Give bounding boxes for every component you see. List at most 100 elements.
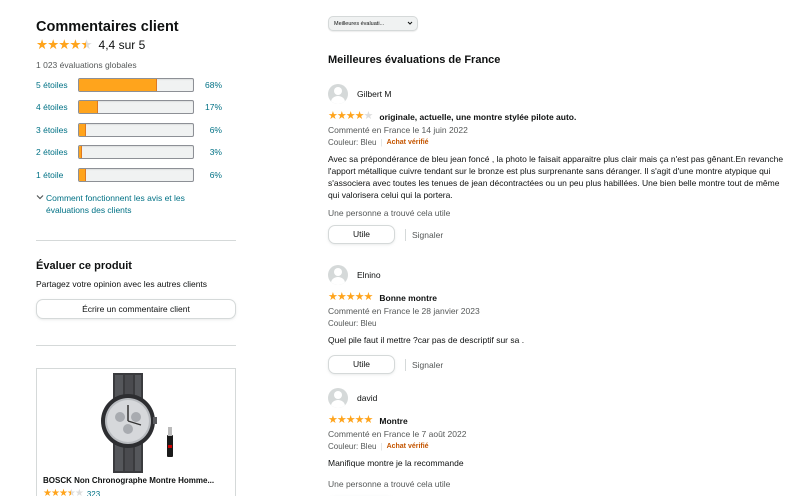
review-color[interactable]: Couleur: Bleu — [328, 318, 376, 329]
star-icon: ★ — [345, 291, 356, 303]
star-icon: ★ — [336, 414, 347, 426]
product-card[interactable]: BOSCK Non Chronographe Montre Homme... ★… — [36, 368, 236, 496]
how-ratings-work-text[interactable]: Comment fonctionnent les avis et les éva… — [46, 192, 216, 216]
review-item: Gilbert M ★ ★ ★ ★ ★ originale, actuelle, une… — [328, 83, 788, 244]
product-rating[interactable]: ★ ★ ★ ★ ★ 323 — [43, 488, 100, 496]
star-icon: ★ — [67, 488, 76, 496]
star-icon: ★ — [328, 414, 338, 426]
review-author[interactable]: Elnino — [328, 264, 788, 286]
star-icon: ★ — [354, 291, 365, 303]
histogram-bar[interactable] — [78, 122, 194, 137]
histogram-label[interactable]: 3 étoiles — [36, 125, 78, 135]
rate-product-section: Évaluer ce produit Partagez votre opinio… — [36, 259, 236, 319]
chevron-down-icon — [407, 20, 413, 28]
review-stars-icon: ★ ★ ★ ★ ★ — [328, 414, 374, 426]
review-body: Quel pile faut il mettre ?car pas de des… — [328, 335, 525, 345]
review-date: Commenté en France le 28 janvier 2023 — [328, 306, 480, 316]
report-link[interactable]: Signaler — [412, 360, 443, 370]
histogram-bar[interactable] — [78, 167, 194, 182]
histogram-percent[interactable]: 17% — [194, 102, 222, 112]
review-stars-icon: ★ ★ ★ ★ ★ — [328, 291, 374, 303]
histogram-label[interactable]: 1 étoile — [36, 170, 78, 180]
product-title[interactable]: BOSCK Non Chronographe Montre Homme... — [43, 476, 214, 485]
histogram-row-1[interactable]: 1 étoile 6% — [36, 167, 236, 182]
histogram-percent[interactable]: 6% — [194, 125, 222, 135]
histogram-label[interactable]: 4 étoiles — [36, 102, 78, 112]
review-color[interactable]: Couleur: Bleu — [328, 137, 376, 148]
meta-separator: | — [380, 138, 383, 147]
histogram-row-5[interactable]: 5 étoiles 68% — [36, 77, 236, 92]
product-rating-count[interactable]: 323 — [87, 490, 100, 496]
chevron-down-icon — [36, 192, 46, 216]
helpful-count: Une personne a trouvé cela utile — [328, 479, 451, 489]
review-date: Commenté en France le 7 août 2022 — [328, 429, 467, 439]
divider — [36, 345, 236, 346]
review-author-name[interactable]: david — [357, 393, 377, 403]
histogram-bar[interactable] — [78, 145, 194, 159]
rating-histogram: 5 étoiles 68% 4 étoiles 17% 3 étoiles 6%… — [36, 77, 236, 182]
write-review-button[interactable]: Écrire un commentaire client — [36, 299, 236, 319]
star-icon: ★ — [336, 291, 347, 303]
star-icon: ★ — [336, 110, 347, 122]
histogram-row-2[interactable]: 2 étoiles 3% — [36, 145, 236, 159]
star-icon: ★ — [74, 488, 84, 496]
star-icon: ★ — [58, 37, 70, 52]
review-item: Elnino ★ ★ ★ ★ ★ Bonne montre Commenté en Fr… — [328, 264, 788, 374]
histogram-bar[interactable] — [78, 77, 194, 92]
histogram-percent[interactable]: 68% — [194, 80, 222, 90]
review-title-row[interactable]: ★ ★ ★ ★ ★ originale, actuelle, une montre st… — [328, 111, 788, 122]
how-ratings-work-link[interactable]: Comment fonctionnent les avis et les éva… — [36, 192, 236, 216]
global-ratings-count: 1 023 évaluations globales — [36, 60, 137, 70]
review-body: Manifique montre je la recommande — [328, 458, 464, 468]
sort-dropdown-value: Meilleures évaluati... — [334, 20, 385, 27]
star-icon: ★ — [36, 37, 48, 52]
histogram-percent[interactable]: 3% — [194, 147, 222, 157]
histogram-bar[interactable] — [78, 100, 194, 114]
verified-purchase-badge: Achat vérifié — [386, 443, 429, 450]
ratings-summary: Commentaires client ★ ★ ★ ★ ★ 4,4 sur 5 1 02… — [36, 18, 236, 216]
review-meta: Couleur: Bleu | Achat vérifié — [328, 441, 788, 452]
average-rating-text: 4,4 sur 5 — [98, 38, 146, 52]
histogram-row-4[interactable]: 4 étoiles 17% — [36, 100, 236, 114]
review-actions: Utile Signaler — [328, 225, 788, 244]
star-icon: ★ — [354, 110, 365, 122]
review-author-name[interactable]: Elnino — [357, 270, 381, 280]
helpful-button[interactable]: Utile — [328, 225, 395, 244]
review-meta: Couleur: Bleu | Achat vérifié — [328, 137, 788, 148]
report-link[interactable]: Signaler — [412, 230, 443, 240]
review-author-name[interactable]: Gilbert M — [357, 89, 391, 99]
star-icon: ★ — [58, 488, 68, 496]
histogram-percent[interactable]: 6% — [194, 170, 222, 180]
divider — [36, 240, 236, 241]
helpful-button[interactable]: Utile — [328, 355, 395, 374]
summary-title: Commentaires client — [36, 19, 179, 35]
review-title-row[interactable]: ★ ★ ★ ★ ★ Bonne montre — [328, 292, 788, 303]
star-icon: ★ — [345, 110, 356, 122]
histogram-bar-fill — [79, 168, 86, 181]
star-icon: ★ — [354, 414, 365, 426]
review-title[interactable]: originale, actuelle, une montre stylée p… — [379, 112, 576, 122]
review-actions: Utile Signaler — [328, 355, 788, 374]
review-author[interactable]: david — [328, 387, 788, 409]
review-color[interactable]: Couleur: Bleu — [328, 441, 376, 452]
action-separator — [405, 358, 406, 371]
star-icon: ★ — [328, 291, 338, 303]
star-icon: ★ — [363, 291, 374, 303]
action-separator — [405, 228, 406, 241]
avatar-icon[interactable] — [328, 265, 348, 285]
histogram-label[interactable]: 2 étoiles — [36, 147, 78, 157]
review-title-row[interactable]: ★ ★ ★ ★ ★ Montre — [328, 415, 788, 426]
histogram-row-3[interactable]: 3 étoiles 6% — [36, 122, 236, 137]
review-author[interactable]: Gilbert M — [328, 83, 788, 105]
avatar-icon[interactable] — [328, 84, 348, 104]
star-icon: ★ — [80, 37, 92, 52]
avatar-icon[interactable] — [328, 388, 348, 408]
star-icon: ★ — [363, 414, 374, 426]
sort-dropdown[interactable]: Meilleures évaluati... — [328, 16, 418, 31]
histogram-label[interactable]: 5 étoiles — [36, 80, 78, 90]
review-item: david ★ ★ ★ ★ ★ Montre Commenté en France le… — [328, 387, 788, 496]
watch-product-image[interactable] — [87, 373, 187, 473]
review-title[interactable]: Montre — [379, 416, 407, 426]
review-title[interactable]: Bonne montre — [379, 293, 437, 303]
star-icon: ★ — [47, 37, 59, 52]
